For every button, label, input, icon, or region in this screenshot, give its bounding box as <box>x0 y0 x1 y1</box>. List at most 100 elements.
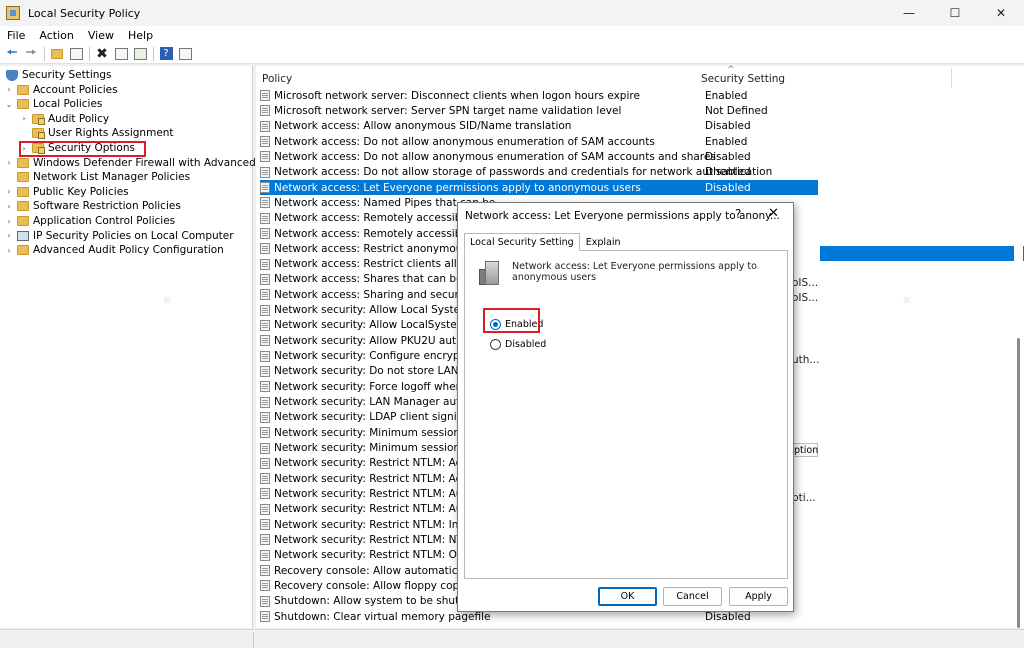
policy-row[interactable]: Network access: Do not allow storage of … <box>260 165 820 180</box>
tree-item-audit-policy[interactable]: › Audit Policy <box>19 112 109 127</box>
policy-name: Network access: Do not allow anonymous e… <box>274 150 716 163</box>
policy-setting: Disabled <box>705 181 751 194</box>
console-icon[interactable] <box>177 46 193 62</box>
chevron-right-icon[interactable]: › <box>4 231 14 240</box>
column-header-policy[interactable]: Policy <box>262 69 292 89</box>
tree-item-security-settings[interactable]: Security Settings <box>4 68 112 83</box>
chevron-right-icon[interactable]: › <box>4 202 14 211</box>
properties-icon[interactable] <box>113 46 129 62</box>
toolbar-separator <box>153 46 154 61</box>
title-bar: Local Security Policy — ☐ ✕ <box>0 0 1024 26</box>
policy-name: Network access: Do not allow storage of … <box>274 166 773 179</box>
radio-disabled[interactable] <box>490 339 501 350</box>
policy-icon <box>260 519 270 531</box>
policy-setting: Disabled <box>705 120 751 133</box>
policy-icon <box>260 350 270 362</box>
policy-row[interactable]: Network access: Do not allow anonymous e… <box>260 134 820 149</box>
apply-button[interactable]: Apply <box>729 587 788 606</box>
delete-icon[interactable]: ✖ <box>94 46 110 62</box>
status-divider <box>253 632 254 647</box>
tree-item-ip-security-policies[interactable]: › IP Security Policies on Local Computer <box>4 229 234 244</box>
ok-button[interactable]: OK <box>598 587 657 606</box>
policy-icon <box>260 289 270 301</box>
dialog-close-button[interactable]: ✕ <box>768 206 779 221</box>
policy-icon <box>260 105 270 117</box>
policy-icon <box>260 212 270 224</box>
menu-action[interactable]: Action <box>32 29 80 42</box>
chevron-right-icon[interactable]: › <box>19 114 29 123</box>
clipped-text: oIS... <box>792 277 819 289</box>
policy-icon <box>260 396 270 408</box>
tree-item-application-control-policies[interactable]: › Application Control Policies <box>4 214 175 229</box>
policy-name: Network access: Let Everyone permissions… <box>274 181 641 194</box>
cancel-button[interactable]: Cancel <box>663 587 722 606</box>
policy-icon <box>260 457 270 469</box>
window-title: Local Security Policy <box>28 6 141 20</box>
column-header-security-setting[interactable]: Security Setting <box>701 69 785 89</box>
policy-icon <box>260 197 270 209</box>
tab-explain[interactable]: Explain <box>580 233 627 251</box>
enabled-option-highlight <box>483 308 540 333</box>
policy-icon <box>260 365 270 377</box>
policy-name: Microsoft network server: Disconnect cli… <box>274 89 640 102</box>
policy-icon <box>260 166 270 178</box>
policy-row[interactable]: Network access: Let Everyone permissions… <box>260 179 818 196</box>
folder-lock-icon <box>32 113 45 125</box>
policy-row[interactable]: Microsoft network server: Disconnect cli… <box>260 88 820 103</box>
chevron-right-icon[interactable]: › <box>4 246 14 255</box>
tree-item-label: Local Policies <box>33 98 103 111</box>
tree-item-label: Account Policies <box>33 83 118 96</box>
menu-view[interactable]: View <box>81 29 121 42</box>
policy-setting: Disabled <box>705 610 751 623</box>
disabled-label[interactable]: Disabled <box>505 339 546 350</box>
chevron-right-icon[interactable]: › <box>4 217 14 226</box>
chevron-right-icon[interactable]: › <box>4 85 14 94</box>
up-folder-icon[interactable] <box>49 46 65 62</box>
dialog-help-button[interactable]: ? <box>735 207 741 221</box>
tree-item-local-policies[interactable]: ⌄ Local Policies <box>4 97 103 112</box>
tree-item-label: Security Settings <box>22 69 112 82</box>
tree-item-label: IP Security Policies on Local Computer <box>33 229 234 242</box>
close-button[interactable]: ✕ <box>978 0 1024 26</box>
tree-item-windows-defender-firewall[interactable]: › Windows Defender Firewall with Advance… <box>4 156 296 171</box>
menu-file[interactable]: File <box>0 29 32 42</box>
export-icon[interactable] <box>132 46 148 62</box>
scrollbar-thumb[interactable] <box>1017 338 1020 628</box>
chevron-down-icon[interactable]: ⌄ <box>4 100 14 109</box>
back-icon[interactable]: 🠔 <box>4 45 20 62</box>
tree-item-software-restriction-policies[interactable]: › Software Restriction Policies <box>4 199 180 214</box>
help-icon[interactable]: ? <box>158 46 174 62</box>
chevron-right-icon[interactable]: › <box>4 187 14 196</box>
menu-help[interactable]: Help <box>121 29 160 42</box>
clipped-text: uth... <box>792 354 820 366</box>
policy-name: Network access: Allow anonymous SID/Name… <box>274 120 572 133</box>
tree-item-network-list-manager[interactable]: Network List Manager Policies <box>4 170 190 185</box>
forward-icon[interactable]: 🠖 <box>23 45 39 62</box>
disabled-option[interactable]: Disabled <box>490 339 546 350</box>
chevron-right-icon[interactable]: › <box>4 158 14 167</box>
policy-row[interactable]: Microsoft network server: Server SPN tar… <box>260 103 820 118</box>
tree-item-public-key-policies[interactable]: › Public Key Policies <box>4 185 129 200</box>
folder-icon <box>17 245 29 256</box>
show-hide-tree-icon[interactable] <box>68 46 84 62</box>
policy-icon <box>260 258 270 270</box>
policy-icon <box>260 503 270 515</box>
maximize-button[interactable]: ☐ <box>932 0 978 26</box>
toolbar-separator <box>89 46 90 61</box>
shield-icon <box>6 69 18 81</box>
tree-item-account-policies[interactable]: › Account Policies <box>4 83 118 98</box>
app-icon <box>6 6 20 20</box>
policy-row[interactable]: Network access: Do not allow anonymous e… <box>260 149 820 164</box>
tree-item-advanced-audit-policy[interactable]: › Advanced Audit Policy Configuration <box>4 243 223 258</box>
tab-local-security-setting[interactable]: Local Security Setting <box>464 233 580 251</box>
policy-setting: Disabled <box>705 166 751 179</box>
tree-item-user-rights-assignment[interactable]: User Rights Assignment <box>19 126 174 141</box>
policy-name: Network access: Do not allow anonymous e… <box>274 135 655 148</box>
column-divider[interactable] <box>951 68 952 88</box>
policy-row[interactable]: Network access: Allow anonymous SID/Name… <box>260 119 820 134</box>
policy-icon <box>260 319 270 331</box>
minimize-button[interactable]: — <box>886 0 932 26</box>
tree-item-label: Public Key Policies <box>33 185 129 198</box>
policy-icon <box>260 595 270 607</box>
vertical-scrollbar[interactable] <box>1014 66 1023 628</box>
